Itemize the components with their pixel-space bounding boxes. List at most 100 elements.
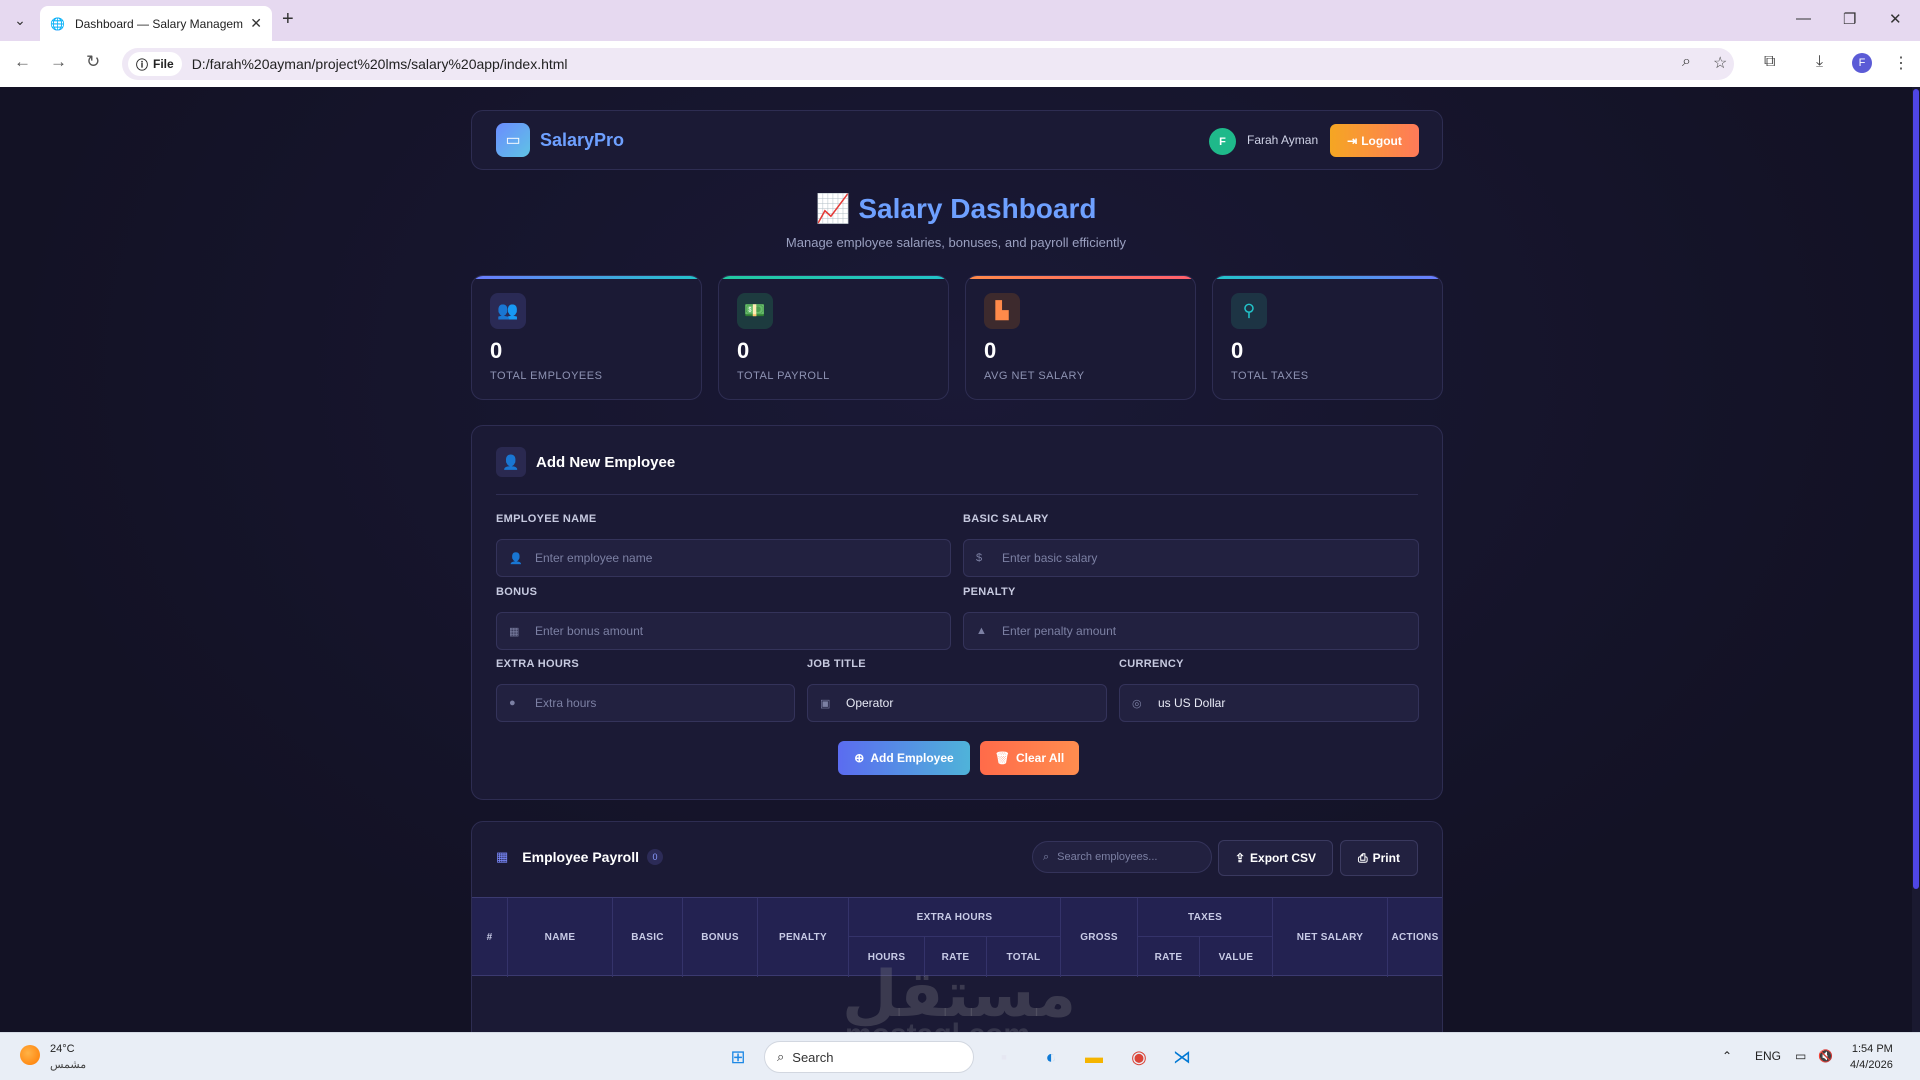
scrollbar-thumb[interactable] [1913,89,1919,889]
tab-list-chevron-icon[interactable]: ⌄ [0,0,40,41]
trash-icon: 🗑 [994,751,1010,765]
logout-button[interactable]: ⇥ Logout [1330,124,1419,157]
user-avatar: F [1209,128,1236,155]
weather-condition[interactable]: مشمس [50,1058,86,1071]
col-index[interactable]: # [472,898,508,977]
menu-dots-icon[interactable]: ⋮ [1893,53,1909,73]
site-info-chip[interactable]: ⓘ File [128,52,182,76]
page-title: 📈 Salary Dashboard [0,192,1912,225]
name-placeholder: Enter employee name [535,551,653,565]
penalty-placeholder: Enter penalty amount [1002,624,1117,638]
minimize-icon[interactable]: — [1796,10,1811,27]
users-icon: 👥 [490,293,526,329]
bonus-label: BONUS [496,586,538,598]
file-chip-label: File [153,57,174,71]
export-csv-button[interactable]: ⇪ Export CSV [1218,840,1333,876]
reload-icon[interactable]: ↻ [86,52,100,72]
employee-count-badge: 0 [647,849,664,865]
export-csv-label: Export CSV [1250,851,1317,865]
col-basic[interactable]: BASIC [613,898,683,977]
extensions-icon[interactable]: ⧉ [1764,53,1775,71]
user-name: Farah Ayman [1247,133,1319,147]
basic-salary-field[interactable]: $ Enter basic salary [963,539,1419,577]
volume-muted-icon[interactable]: 🔇 [1818,1049,1833,1063]
col-bonus[interactable]: BONUS [683,898,758,977]
browser-tab-bar: ⌄ 🌐 Dashboard — Salary Managem ✕ + — ❐ ✕ [0,0,1920,41]
profile-avatar[interactable]: F [1852,53,1872,73]
edge-browser-icon[interactable]: ◐ [1037,1043,1065,1071]
clear-all-button[interactable]: 🗑 Clear All [980,741,1079,775]
window-close-icon[interactable]: ✕ [1889,10,1902,28]
col-net-salary[interactable]: NET SALARY [1273,898,1388,977]
col-actions[interactable]: ACTIONS [1388,898,1442,977]
payroll-header: ▦ Employee Payroll 0 [496,849,664,865]
input-language[interactable]: ENG [1755,1049,1781,1063]
stat-card-avg-net-salary: ▙ 0 AVG NET SALARY [965,275,1196,400]
name-label: EMPLOYEE NAME [496,513,597,525]
address-bar[interactable]: ⓘ File D:/farah%20ayman/project%20lms/sa… [122,48,1734,80]
stat-accent-line [966,276,1195,279]
forward-icon[interactable]: → [50,52,67,72]
new-tab-icon[interactable]: + [282,8,294,31]
brand-name: SalaryPro [540,129,625,150]
col-name[interactable]: NAME [508,898,613,977]
chrome-browser-icon[interactable]: ◉ [1125,1043,1153,1071]
weather-temperature[interactable]: 24°C [50,1043,75,1055]
logout-icon: ⇥ [1347,133,1358,148]
windows-start-icon[interactable]: ⊞ [724,1043,752,1071]
search-employees-input[interactable]: ⌕ Search employees... [1032,841,1212,873]
stat-accent-line [1213,276,1442,279]
task-view-icon[interactable]: ▪ [990,1043,1018,1071]
briefcase-icon: ▣ [820,697,831,710]
form-divider [496,494,1418,495]
col-tax-rate[interactable]: RATE [1138,937,1200,977]
gift-icon: ▦ [509,625,520,638]
browser-tab[interactable]: 🌐 Dashboard — Salary Managem ✕ [40,6,272,41]
hand-coin-icon: ⚲ [1231,293,1267,329]
info-icon: ⓘ [136,57,149,72]
plus-circle-icon: ⊕ [854,751,865,765]
stat-label: TOTAL PAYROLL [737,370,830,382]
tab-title: Dashboard — Salary Managem [74,16,244,31]
bonus-field[interactable]: ▦ Enter bonus amount [496,612,951,650]
stat-card-total-payroll: 💵 0 TOTAL PAYROLL [718,275,949,400]
dollar-icon: $ [976,552,983,564]
tray-overflow-chevron-icon[interactable]: ⌃ [1722,1049,1732,1063]
page-scrollbar[interactable] [1912,87,1920,1032]
bonus-placeholder: Enter bonus amount [535,624,644,638]
extra-hours-field[interactable]: ● Extra hours [496,684,795,722]
currency-select[interactable]: ◎ us US Dollar [1119,684,1419,722]
taskbar-search-label: Search [792,1049,834,1065]
salary-placeholder: Enter basic salary [1002,551,1098,565]
sun-weather-icon[interactable] [20,1045,40,1065]
file-explorer-icon[interactable]: ▬ [1080,1043,1108,1071]
add-employee-button[interactable]: ⊕ Add Employee [838,741,970,775]
back-icon[interactable]: ← [14,52,31,72]
zoom-icon[interactable]: ⌕ [1682,53,1691,71]
taskbar-search-box[interactable]: ⌕ Search [764,1041,974,1073]
job-title-select[interactable]: ▣ Operator [807,684,1107,722]
warning-icon: ▲ [976,625,987,637]
print-button[interactable]: ⎙ Print [1340,840,1418,876]
printer-icon: ⎙ [1358,850,1368,865]
payroll-title: Employee Payroll [522,849,640,865]
download-icon[interactable]: ⤓ [1816,53,1823,71]
browser-toolbar: ← → ↻ ⓘ File D:/farah%20ayman/project%20… [0,41,1920,87]
bookmark-star-icon[interactable]: ☆ [1713,53,1727,73]
url-text[interactable]: D:/farah%20ayman/project%20lms/salary%20… [192,56,568,72]
vscode-icon[interactable]: ⋊ [1168,1043,1196,1071]
close-tab-icon[interactable]: ✕ [250,15,262,32]
network-icon[interactable]: ▭ [1795,1049,1806,1063]
penalty-label: PENALTY [963,586,1016,598]
col-tax-value[interactable]: VALUE [1200,937,1273,977]
col-penalty[interactable]: PENALTY [758,898,849,977]
restore-icon[interactable]: ❐ [1843,10,1856,28]
stat-card-total-taxes: ⚲ 0 TOTAL TAXES [1212,275,1443,400]
penalty-field[interactable]: ▲ Enter penalty amount [963,612,1419,650]
employee-name-field[interactable]: 👤 Enter employee name [496,539,951,577]
system-clock[interactable]: 1:54 PM 4/4/2026 [1850,1041,1893,1073]
stat-label: AVG NET SALARY [984,370,1085,382]
currency-label: CURRENCY [1119,658,1184,670]
job-title-value: Operator [846,696,894,710]
chart-icon: ▙ [984,293,1020,329]
